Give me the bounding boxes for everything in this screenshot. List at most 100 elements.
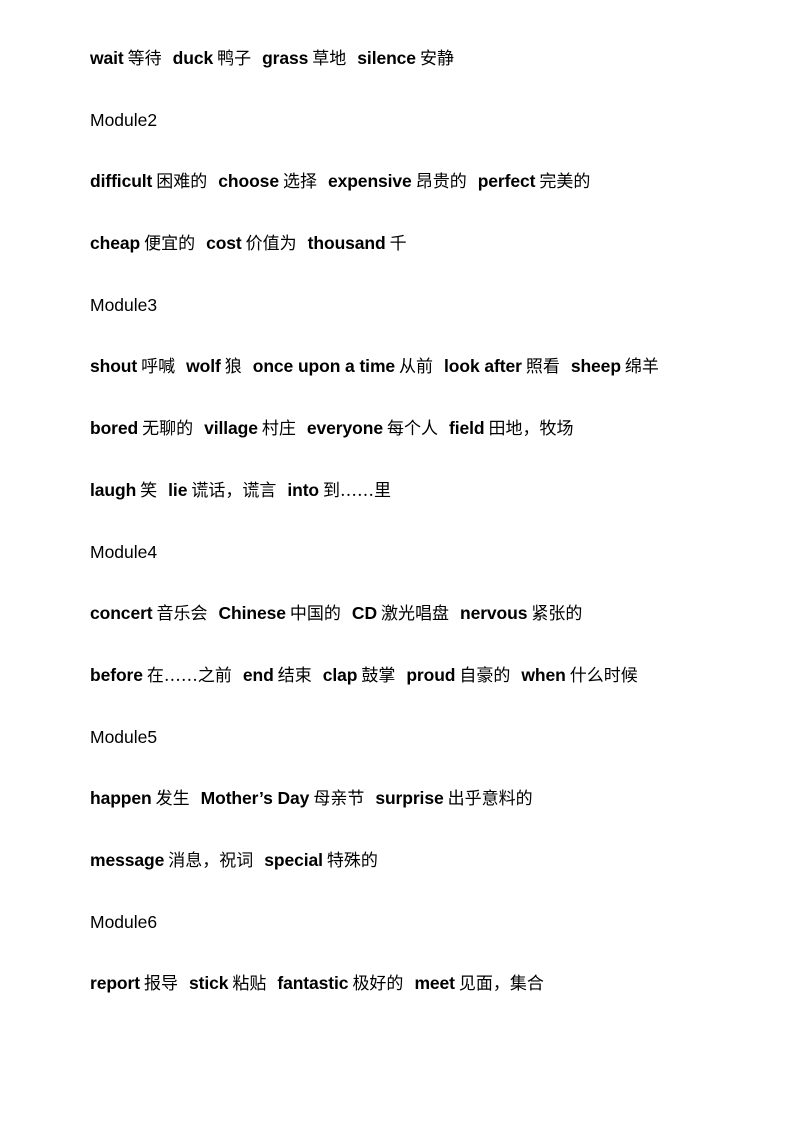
vocabulary-line: bored 无聊的 village 村庄 everyone 每个人 field 田地，牧场 [0, 408, 794, 449]
vocab-gloss-cn: 中国的 [289, 604, 341, 624]
vocab-gloss-cn: 报导 [143, 974, 178, 994]
vocab-word-en: proud [406, 665, 456, 685]
vocab-word-en: laugh [90, 480, 137, 500]
module-heading: Module2 [0, 100, 794, 140]
vocab-word-en: fantastic [277, 973, 349, 993]
vocab-gloss-cn: 呼喊 [141, 357, 176, 377]
vocab-gloss-cn: 田地，牧场 [488, 419, 574, 439]
module-heading: Module5 [0, 717, 794, 757]
vocab-gloss-cn: 安静 [419, 49, 454, 69]
vocabulary-line: wait 等待 duck 鸭子 grass 草地 silence 安静 [0, 38, 794, 79]
vocab-word-en: report [90, 973, 140, 993]
vocab-gloss-cn: 自豪的 [459, 666, 511, 686]
module-heading-label: Module2 [90, 110, 158, 130]
vocab-word-en: field [448, 418, 485, 438]
vocab-word-en: before [90, 665, 143, 685]
vocab-gloss-cn: 母亲节 [313, 789, 365, 809]
vocab-word-en: silence [357, 48, 416, 68]
vocab-word-en: grass [262, 48, 309, 68]
vocab-gloss-cn: 从前 [399, 357, 434, 377]
vocab-gloss-cn: 粘贴 [232, 974, 267, 994]
vocab-gloss-cn: 选择 [282, 172, 317, 192]
vocab-word-en: look after [444, 356, 522, 376]
vocab-word-en: choose [218, 171, 279, 191]
vocab-gloss-cn: 价值为 [245, 234, 297, 254]
vocab-gloss-cn: 笑 [140, 481, 158, 501]
vocab-word-en: expensive [327, 171, 412, 191]
vocab-gloss-cn: 困难的 [156, 172, 208, 192]
vocab-word-en: Mother’s Day [200, 788, 310, 808]
vocab-word-en: meet [414, 973, 455, 993]
module-heading-label: Module6 [90, 912, 158, 932]
vocab-word-en: into [287, 480, 320, 500]
vocab-gloss-cn: 便宜的 [144, 234, 196, 254]
vocab-word-en: stick [188, 973, 229, 993]
vocab-word-en: concert [90, 603, 153, 623]
module-heading: Module6 [0, 902, 794, 942]
vocab-gloss-cn: 每个人 [386, 419, 438, 439]
vocabulary-line: report 报导 stick 粘贴 fantastic 极好的 meet 见面，集合 [0, 963, 794, 1004]
vocab-word-en: end [242, 665, 274, 685]
vocabulary-line: before 在……之前 end 结束 clap 鼓掌 proud 自豪的 when 什么时候 [0, 655, 794, 696]
vocab-word-en: sheep [570, 356, 621, 376]
vocab-word-en: message [90, 850, 165, 870]
module-heading: Module4 [0, 532, 794, 572]
vocab-word-en: Chinese [218, 603, 286, 623]
vocab-word-en: difficult [90, 171, 153, 191]
vocab-word-en: clap [322, 665, 358, 685]
vocab-gloss-cn: 结束 [277, 666, 312, 686]
vocab-gloss-cn: 见面，集合 [458, 974, 544, 994]
vocab-gloss-cn: 鸭子 [217, 49, 252, 69]
vocab-gloss-cn: 特殊的 [326, 851, 378, 871]
module-heading: Module3 [0, 285, 794, 325]
vocab-gloss-cn: 紧张的 [531, 604, 583, 624]
vocab-word-en: wait [90, 48, 124, 68]
vocab-gloss-cn: 狼 [224, 357, 242, 377]
vocab-word-en: happen [90, 788, 152, 808]
vocab-word-en: village [204, 418, 258, 438]
document-page: wait 等待 duck 鸭子 grass 草地 silence 安静 Module2 diffi… [0, 0, 794, 1123]
vocab-gloss-cn: 在……之前 [146, 666, 232, 686]
vocabulary-line: shout 呼喊 wolf 狼 once upon a time 从前 look after… [0, 346, 794, 387]
vocab-word-en: cheap [90, 233, 141, 253]
module-heading-label: Module3 [90, 295, 158, 315]
vocabulary-line: laugh 笑 lie 谎话，谎言 into 到……里 [0, 470, 794, 511]
vocab-gloss-cn: 出乎意料的 [447, 789, 533, 809]
vocab-word-en: when [521, 665, 566, 685]
vocab-word-en: bored [90, 418, 139, 438]
vocab-gloss-cn: 极好的 [352, 974, 404, 994]
vocab-gloss-cn: 等待 [127, 49, 162, 69]
vocab-word-en: everyone [306, 418, 383, 438]
vocab-gloss-cn: 鼓掌 [361, 666, 396, 686]
vocab-word-en: surprise [375, 788, 444, 808]
vocab-word-en: wolf [186, 356, 221, 376]
vocab-gloss-cn: 到……里 [323, 481, 392, 501]
vocabulary-line: message 消息，祝词 special 特殊的 [0, 840, 794, 881]
vocab-gloss-cn: 千 [389, 234, 407, 254]
vocab-word-en: cost [206, 233, 242, 253]
vocab-gloss-cn: 什么时候 [569, 666, 638, 686]
vocab-word-en: CD [351, 603, 377, 623]
vocab-word-en: shout [90, 356, 138, 376]
vocab-gloss-cn: 音乐会 [156, 604, 208, 624]
vocabulary-line: happen 发生 Mother’s Day 母亲节 surprise 出乎意料的 [0, 778, 794, 819]
module-heading-label: Module4 [90, 542, 158, 562]
vocab-word-en: nervous [459, 603, 528, 623]
vocabulary-line: concert 音乐会 Chinese 中国的 CD 激光唱盘 nervous 紧张的 [0, 593, 794, 634]
vocab-word-en: perfect [477, 171, 536, 191]
vocab-word-en: lie [168, 480, 188, 500]
vocab-gloss-cn: 激光唱盘 [380, 604, 449, 624]
vocab-gloss-cn: 无聊的 [142, 419, 194, 439]
vocab-gloss-cn: 草地 [312, 49, 347, 69]
vocab-gloss-cn: 完美的 [539, 172, 591, 192]
vocab-word-en: once upon a time [252, 356, 396, 376]
vocab-word-en: duck [172, 48, 214, 68]
vocab-word-en: thousand [307, 233, 386, 253]
vocab-gloss-cn: 绵羊 [624, 357, 659, 377]
vocab-word-en: special [264, 850, 323, 870]
vocab-gloss-cn: 照看 [525, 357, 560, 377]
vocab-gloss-cn: 昂贵的 [415, 172, 467, 192]
vocab-gloss-cn: 村庄 [261, 419, 296, 439]
module-heading-label: Module5 [90, 727, 158, 747]
vocabulary-line: difficult 困难的 choose 选择 expensive 昂贵的 perfect 完… [0, 161, 794, 202]
